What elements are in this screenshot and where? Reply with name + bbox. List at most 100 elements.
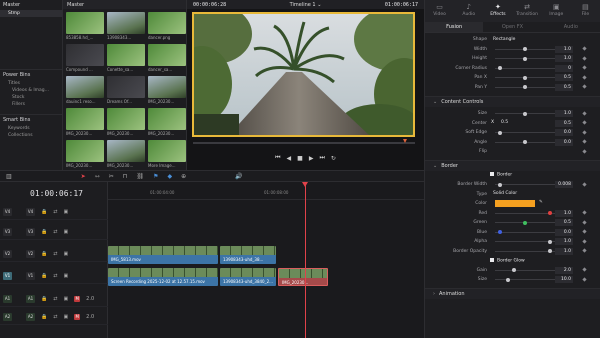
mute-icon[interactable]: M bbox=[74, 313, 81, 320]
keyframe-icon[interactable] bbox=[582, 229, 587, 234]
track-header-v3[interactable]: V3 V3 🔒 ⇄ ▣ bbox=[0, 224, 108, 240]
tab-image[interactable]: ▣ Image bbox=[542, 3, 571, 22]
lock-icon[interactable]: 🔒 bbox=[41, 251, 47, 257]
tab-transition[interactable]: ⇄ Transition bbox=[513, 3, 542, 22]
prop-value[interactable]: 0.5 bbox=[555, 74, 573, 81]
prop-slider[interactable] bbox=[495, 249, 555, 253]
master-bin[interactable]: Master bbox=[0, 0, 62, 10]
timeline-clip[interactable]: IMG_5813.mov bbox=[108, 246, 218, 264]
prop-slider[interactable] bbox=[495, 66, 555, 70]
smart-bins-header[interactable]: Smart Bins bbox=[0, 114, 62, 125]
track-patch[interactable]: V4 bbox=[3, 207, 12, 216]
slider-knob[interactable] bbox=[548, 211, 553, 215]
keyframe-icon[interactable] bbox=[582, 55, 587, 61]
keyframe-icon[interactable] bbox=[582, 74, 587, 80]
slider-knob[interactable] bbox=[497, 66, 502, 70]
prop-value[interactable]: 0 bbox=[555, 64, 573, 72]
smart-bin-item[interactable]: Collections bbox=[0, 132, 62, 139]
skip-end-icon[interactable]: ⏭ bbox=[319, 154, 324, 162]
slider-knob[interactable] bbox=[523, 220, 527, 225]
track-patch[interactable]: V3 bbox=[3, 227, 12, 236]
border-header[interactable]: ⌄ Border bbox=[425, 159, 600, 171]
track-header-v2[interactable]: V2 V2 🔒 ⇄ ▣ bbox=[0, 246, 108, 262]
keyframe-icon[interactable] bbox=[582, 238, 587, 244]
prop-value[interactable]: 0.5 bbox=[555, 83, 573, 91]
layout-icon[interactable]: ▥ bbox=[6, 173, 12, 180]
prop-slider[interactable] bbox=[495, 220, 555, 225]
viewer-playhead[interactable] bbox=[403, 139, 407, 143]
prop-slider[interactable] bbox=[495, 277, 555, 282]
auto-select-icon[interactable]: ⇄ bbox=[53, 314, 57, 320]
subtab-audio[interactable]: Audio bbox=[542, 22, 600, 32]
auto-select-icon[interactable]: ⇄ bbox=[53, 273, 57, 279]
power-bin-item[interactable]: Videos & Imag... bbox=[0, 87, 62, 94]
track-patch[interactable]: A1 bbox=[3, 294, 12, 303]
tab-effects[interactable]: ✦ Effects bbox=[483, 3, 512, 22]
prop-dropdown[interactable]: Solid Color bbox=[493, 191, 517, 196]
prop-value[interactable]: 0.0 bbox=[555, 129, 573, 136]
marker-icon[interactable]: ◆ bbox=[167, 173, 172, 180]
timeline-clip[interactable]: IMG_20230... bbox=[278, 268, 328, 286]
link-icon[interactable]: ⛓ bbox=[136, 173, 144, 180]
timeline-ruler[interactable]: 01:00:00:0001:00:04:0001:00:08:00 bbox=[108, 182, 424, 200]
media-clip[interactable]: 13908343... bbox=[107, 12, 145, 40]
border-glow-row[interactable]: Border Glow bbox=[425, 256, 600, 266]
media-clip[interactable]: dancer_sa... bbox=[148, 44, 186, 72]
track-patch[interactable]: V1 bbox=[3, 271, 12, 280]
slider-knob[interactable] bbox=[548, 249, 553, 253]
lock-icon[interactable]: 🔒 bbox=[41, 296, 47, 302]
keyframe-icon[interactable] bbox=[582, 181, 587, 187]
auto-select-icon[interactable]: ⇄ bbox=[53, 229, 57, 235]
snap-icon[interactable]: ⊓ bbox=[123, 173, 128, 180]
timeline-clip[interactable]: 13908343-uhd_38... bbox=[220, 246, 276, 264]
keyframe-icon[interactable] bbox=[582, 46, 587, 51]
pointer-icon[interactable]: ➤ bbox=[81, 173, 86, 180]
prop-value[interactable]: 0.008 bbox=[555, 181, 573, 188]
keyframe-icon[interactable] bbox=[582, 148, 587, 154]
power-bin-item[interactable]: Titles bbox=[0, 80, 62, 87]
track-header-a1[interactable]: A1 A1 🔒 ⇄ ▣ M 2.0 bbox=[0, 291, 108, 307]
play-icon[interactable]: ▶ bbox=[309, 155, 314, 162]
prop-value[interactable]: 1.0 bbox=[555, 110, 573, 117]
color-swatch[interactable] bbox=[495, 200, 535, 207]
prop-value[interactable]: 0.0 bbox=[555, 228, 573, 236]
prop-value[interactable]: 1.0 bbox=[555, 45, 573, 53]
smart-bin-item[interactable]: Keywords bbox=[0, 125, 62, 132]
viewer-scrubber[interactable] bbox=[193, 142, 415, 144]
media-clip[interactable]: IMG_20230... bbox=[107, 108, 145, 136]
timeline-name[interactable]: Timeline 1 ⌄ bbox=[290, 2, 322, 8]
prop-slider[interactable] bbox=[495, 239, 555, 244]
subtab-open-fx[interactable]: Open FX bbox=[483, 22, 541, 32]
media-clip[interactable]: Conette_sa... bbox=[107, 44, 145, 72]
prop-value[interactable]: 1.0 bbox=[555, 247, 573, 255]
power-bins-header[interactable]: Power Bins bbox=[0, 69, 62, 80]
slider-knob[interactable] bbox=[497, 230, 502, 234]
slider-knob[interactable] bbox=[523, 111, 527, 116]
mute-icon[interactable]: M bbox=[74, 295, 81, 302]
media-clip[interactable]: IMG_20230... bbox=[66, 108, 104, 136]
keyframe-icon[interactable] bbox=[582, 248, 587, 253]
keyframe-icon[interactable] bbox=[582, 110, 587, 116]
content-controls-header[interactable]: ⌄ Content Controls bbox=[425, 96, 600, 107]
keyframe-icon[interactable] bbox=[582, 276, 587, 282]
slider-knob[interactable] bbox=[523, 56, 527, 61]
slider-knob[interactable] bbox=[523, 85, 527, 89]
prop-value[interactable]: 10.0 bbox=[555, 276, 573, 283]
prop-slider[interactable] bbox=[495, 211, 555, 215]
keyframe-icon[interactable] bbox=[582, 129, 587, 135]
track-enable-icon[interactable]: ▣ bbox=[63, 251, 68, 257]
media-clip[interactable]: IMG_20230... bbox=[107, 140, 145, 168]
center-y-field[interactable]: 0.5 bbox=[555, 119, 573, 127]
center-x-field[interactable]: 0.5 bbox=[501, 120, 508, 125]
prop-slider[interactable] bbox=[495, 268, 555, 272]
media-clip[interactable]: Compound ... bbox=[66, 44, 104, 72]
keyframe-icon[interactable] bbox=[582, 139, 587, 144]
prop-slider[interactable] bbox=[495, 85, 555, 89]
animation-header[interactable]: › Animation bbox=[425, 287, 600, 299]
bin-stmp[interactable]: Stmp bbox=[0, 10, 62, 17]
track-patch[interactable]: V2 bbox=[3, 249, 12, 258]
reverse-icon[interactable]: ◀ bbox=[287, 155, 292, 162]
media-clip[interactable]: 853858.hd_... bbox=[66, 12, 104, 40]
eyedropper-icon[interactable]: ✎ bbox=[539, 200, 543, 205]
prop-slider[interactable] bbox=[495, 47, 555, 51]
